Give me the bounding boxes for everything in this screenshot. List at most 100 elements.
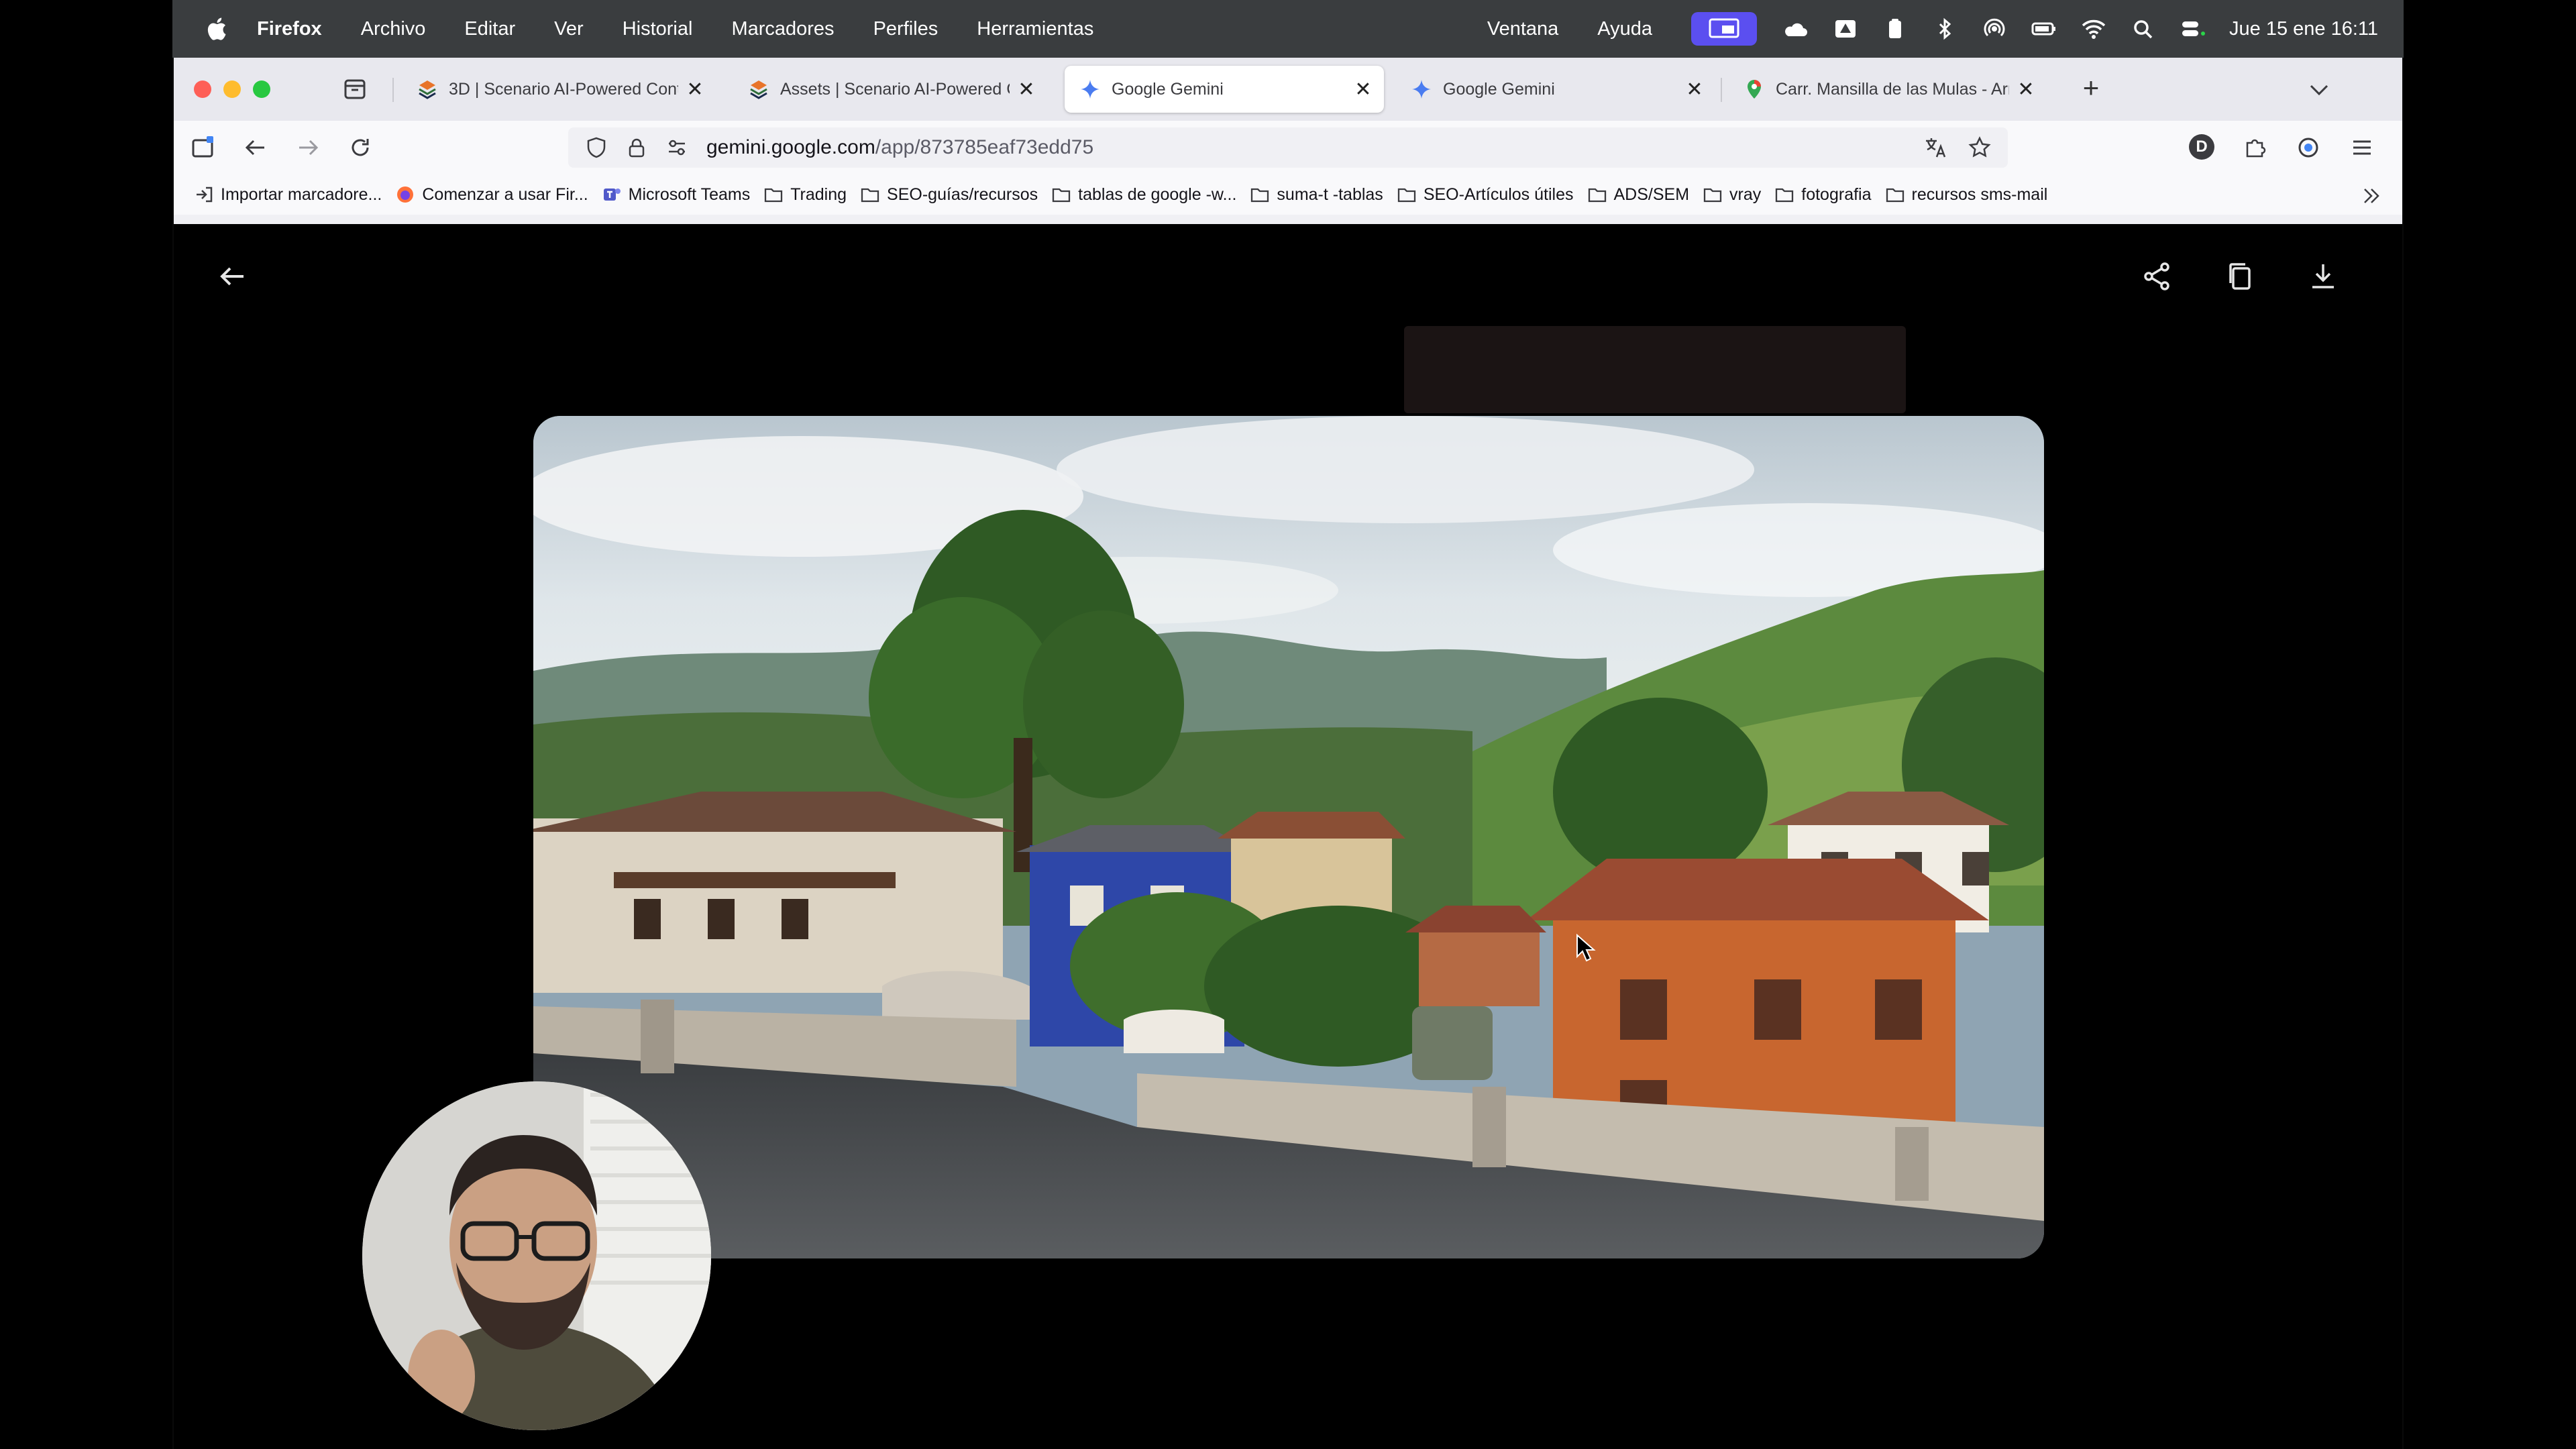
menu-herramientas[interactable]: Herramientas (977, 18, 1093, 40)
menu-ayuda[interactable]: Ayuda (1597, 18, 1652, 40)
tab-close-icon[interactable]: ✕ (684, 78, 706, 101)
new-tab-button[interactable]: + (2076, 74, 2106, 103)
airdrop-icon[interactable] (1981, 15, 2008, 42)
window-close-button[interactable] (194, 80, 211, 98)
google-drive-icon[interactable] (1832, 15, 1859, 42)
spotlight-search-icon[interactable] (2130, 15, 2157, 42)
menu-ver[interactable]: Ver (554, 18, 584, 40)
reload-button[interactable] (345, 133, 375, 162)
download-icon (2312, 264, 2334, 288)
bookmark-folder-seo-articulos[interactable]: SEO-Artículos útiles (1397, 185, 1574, 205)
apple-icon[interactable] (205, 15, 231, 42)
menu-ventana[interactable]: Ventana (1487, 18, 1558, 40)
bookmark-label: Microsoft Teams (628, 184, 751, 204)
copy-icon (2229, 263, 2251, 290)
bookmark-label: ADS/SEM (1613, 184, 1690, 204)
generated-image[interactable] (533, 416, 2044, 1258)
folder-icon (1052, 188, 1071, 203)
tab-scenario-assets[interactable]: Assets | Scenario AI-Powered Content ✕ (733, 66, 1047, 113)
menu-editar[interactable]: Editar (464, 18, 515, 40)
bookmark-folder-tablas-google[interactable]: tablas de google -w... (1051, 185, 1236, 205)
tab-google-gemini[interactable]: Google Gemini ✕ (1396, 66, 1715, 113)
hamburger-menu-icon (2353, 140, 2371, 155)
wifi-icon[interactable] (2080, 15, 2107, 42)
bookmark-folder-suma-t[interactable]: suma-t -tablas (1250, 185, 1383, 205)
dimmed-background-thumbnail (1404, 326, 1906, 413)
maps-pin-icon (1748, 80, 1761, 99)
address-bar[interactable]: gemini.google.com/app/873785eaf73edd75 (568, 127, 2008, 168)
menu-archivo[interactable]: Archivo (361, 18, 426, 40)
back-button[interactable] (241, 133, 270, 162)
tab-google-maps[interactable]: Carr. Mansilla de las Mulas - Arr ✕ (1729, 66, 2047, 113)
control-center-icon[interactable] (2180, 15, 2206, 42)
app-menu-button[interactable] (2347, 133, 2377, 162)
menu-perfiles[interactable]: Perfiles (873, 18, 938, 40)
screen-share-indicator[interactable] (1691, 12, 1757, 46)
tab-close-icon[interactable]: ✕ (1015, 78, 1038, 101)
tracking-shield-icon[interactable] (584, 136, 608, 160)
bookmark-star-icon[interactable] (1968, 136, 1992, 160)
permissions-icon[interactable] (665, 136, 689, 160)
tab-overview-icon[interactable] (341, 75, 368, 102)
tab-scenario-3d[interactable]: 3D | Scenario AI-Powered Content ✕ (402, 66, 716, 113)
folder-icon (1886, 188, 1904, 203)
tab-title: Carr. Mansilla de las Mulas - Arr (1776, 79, 2009, 99)
share-button[interactable] (2135, 255, 2178, 298)
sidebar-toggle-button[interactable] (189, 133, 218, 162)
chevron-down-icon[interactable] (2306, 76, 2332, 103)
menubar-clock[interactable]: Jue 15 ene 16:11 (2229, 18, 2378, 40)
url-path: /app/873785eaf73edd75 (875, 136, 1094, 158)
gemini-icon (1412, 80, 1431, 99)
translate-icon[interactable] (1923, 136, 1947, 160)
share-icon (2144, 262, 2169, 290)
bookmark-label: recursos sms-mail (1911, 184, 2048, 204)
arrow-left-icon (220, 267, 244, 286)
menu-marcadores[interactable]: Marcadores (731, 18, 834, 40)
tab-close-icon[interactable]: ✕ (1683, 78, 1706, 101)
scenario-icon (419, 80, 436, 99)
bookmark-folder-recursos-sms[interactable]: recursos sms-mail (1885, 184, 2048, 205)
forward-button[interactable] (293, 133, 323, 162)
bluetooth-icon[interactable] (1931, 15, 1958, 42)
folder-icon (1703, 188, 1722, 203)
vpn-extension-button[interactable] (2294, 133, 2323, 162)
tab-title: Assets | Scenario AI-Powered Content (780, 79, 1010, 99)
bookmark-folder-vray[interactable]: vray (1703, 185, 1761, 205)
bookmark-folder-trading[interactable]: Trading (763, 185, 847, 205)
bookmark-label: fotografia (1801, 184, 1872, 204)
shield-globe-icon (2298, 138, 2318, 158)
bookmark-folder-fotografia[interactable]: fotografia (1774, 184, 1872, 205)
chevron-double-right-icon[interactable] (2359, 184, 2383, 208)
cloud-drive-icon[interactable] (1782, 15, 1809, 42)
bookmark-folder-ads-sem[interactable]: ADS/SEM (1587, 184, 1690, 205)
tab-strip: 3D | Scenario AI-Powered Content ✕ Asset… (174, 58, 2402, 121)
battery-icon[interactable] (2031, 15, 2057, 42)
arrow-left-icon (245, 140, 264, 156)
lock-icon[interactable] (625, 136, 649, 160)
download-button[interactable] (2302, 255, 2345, 298)
clipboard-icon[interactable] (1882, 15, 1909, 42)
tab-separator (1721, 78, 1722, 102)
viewer-back-button[interactable] (211, 255, 254, 298)
bookmark-label: vray (1729, 184, 1762, 204)
copy-button[interactable] (2218, 255, 2261, 298)
window-zoom-button[interactable] (253, 80, 270, 98)
scenario-icon (750, 80, 767, 99)
menu-historial[interactable]: Historial (623, 18, 693, 40)
menu-app-firefox[interactable]: Firefox (257, 18, 322, 40)
bookmark-firefox-start[interactable]: Comenzar a usar Fir... (395, 185, 588, 205)
extensions-button[interactable] (2240, 133, 2269, 162)
bookmark-microsoft-teams[interactable]: Microsoft Teams (602, 184, 751, 205)
village-landscape-illustration (533, 416, 2044, 1258)
tab-google-gemini-active[interactable]: Google Gemini ✕ (1065, 66, 1384, 113)
window-minimize-button[interactable] (223, 80, 241, 98)
profile-avatar[interactable]: D (2189, 134, 2214, 160)
tab-close-icon[interactable]: ✕ (2015, 78, 2037, 101)
bookmark-label: Trading (790, 184, 847, 204)
teams-icon (603, 189, 621, 201)
folder-icon (1588, 188, 1606, 203)
tab-close-icon[interactable]: ✕ (1352, 78, 1375, 101)
bookmark-import[interactable]: Importar marcadore... (194, 185, 382, 205)
url-domain: gemini.google.com (706, 136, 875, 158)
bookmark-folder-seo-guias[interactable]: SEO-guías/recursos (860, 185, 1038, 205)
